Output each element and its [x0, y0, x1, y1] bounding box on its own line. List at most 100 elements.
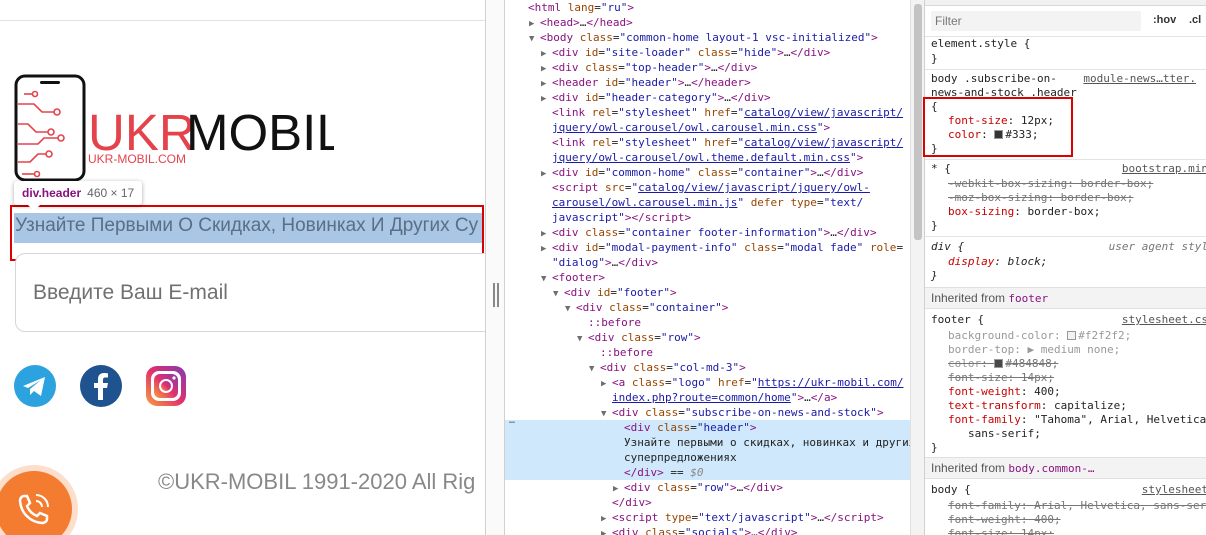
- css-property-border-top[interactable]: border-top: ▶ medium none;: [948, 343, 1120, 357]
- css-property-font-weight[interactable]: font-weight: 400;: [948, 385, 1061, 399]
- dom-token: div: [606, 361, 627, 374]
- rule-source-link[interactable]: module-news…tter.: [1083, 72, 1196, 86]
- dom-token: >: [810, 166, 817, 179]
- css-property-overridden[interactable]: -moz-box-sizing: border-box;: [948, 191, 1133, 205]
- facebook-icon[interactable]: [80, 365, 122, 407]
- dom-token: link: [558, 136, 586, 149]
- resizer-grip-icon[interactable]: [493, 283, 499, 307]
- rule-source-link[interactable]: stylesheet: [1142, 483, 1206, 497]
- dom-token: =: [610, 286, 617, 299]
- dom-token: ": [816, 121, 824, 134]
- dom-token: >: [777, 46, 784, 59]
- dom-token: "modal-payment-info": [605, 241, 738, 254]
- dom-node[interactable]: ::before: [505, 345, 910, 360]
- dom-node[interactable]: ▶ <div class="top-header">…</div>: [505, 60, 910, 75]
- phone-icon: [18, 494, 49, 525]
- css-property-background-color[interactable]: background-color: #f2f2f2;: [948, 329, 1131, 343]
- dom-token: >: [627, 1, 634, 14]
- dom-token: <: [624, 481, 631, 494]
- dom-token: lang: [567, 1, 595, 14]
- dom-node[interactable]: ▶ <head>…</head>: [505, 15, 910, 30]
- dom-node[interactable]: carousel/owl.carousel.min.js" defer type…: [505, 195, 910, 210]
- dom-node[interactable]: jquery/owl-carousel/owl.theme.default.mi…: [505, 150, 910, 165]
- dom-token: div: [630, 481, 651, 494]
- dom-node-selected[interactable]: </div> == $0: [505, 465, 910, 480]
- dom-node-selected[interactable]: суперпредложениях: [505, 450, 910, 465]
- dom-node[interactable]: ▶ <a class="logo" href="https://ukr-mobil…: [505, 375, 910, 390]
- dom-token: [863, 241, 870, 254]
- dom-node[interactable]: javascript"></script>: [505, 210, 910, 225]
- dom-token: div: [744, 91, 764, 104]
- email-field[interactable]: [15, 253, 485, 332]
- styles-filter-input[interactable]: [931, 11, 1141, 31]
- dom-node[interactable]: ▼ <div id="footer">: [505, 285, 910, 300]
- dom-token: [585, 136, 592, 149]
- dom-node[interactable]: ▼ <div class="subscribe-on-news-and-stock…: [505, 405, 910, 420]
- css-property-overridden[interactable]: -webkit-box-sizing: border-box;: [948, 177, 1153, 191]
- hov-toggle[interactable]: :hov: [1153, 14, 1176, 26]
- dom-node[interactable]: ▶ <div class="row">…</div>: [505, 480, 910, 495]
- dom-token: type: [790, 196, 817, 209]
- dom-token: div: [836, 166, 857, 179]
- dom-token: "modal fade": [783, 241, 864, 254]
- dom-token: >: [823, 46, 831, 59]
- instagram-icon[interactable]: [145, 365, 187, 407]
- expand-triangle-icon[interactable]: ▶: [601, 527, 612, 535]
- dom-node[interactable]: ▶ <div id="site-loader" class="hide">…</d…: [505, 45, 910, 60]
- cls-toggle[interactable]: .cl: [1189, 14, 1201, 26]
- dom-node[interactable]: <html lang="ru">: [505, 0, 910, 15]
- css-property-overridden[interactable]: font-weight: 400;: [948, 513, 1061, 527]
- dom-node[interactable]: ▶ <div id="common-home" class="container"…: [505, 165, 910, 180]
- dom-node[interactable]: ::before: [505, 315, 910, 330]
- dom-node[interactable]: index.php?route=common/home">…</a>: [505, 390, 910, 405]
- color-swatch[interactable]: [1067, 331, 1077, 340]
- dom-node-selected[interactable]: <div class="header">: [505, 420, 910, 435]
- css-property-overridden[interactable]: font-size: 14px;: [948, 371, 1054, 385]
- dom-node[interactable]: <script src="catalog/view/javascript/jqu…: [505, 180, 910, 195]
- css-property-overridden[interactable]: font-family: Arial, Helvetica, sans-seri…: [948, 499, 1206, 513]
- dom-node[interactable]: ▶ <header id="header">…</header>: [505, 75, 910, 90]
- dom-token: [625, 376, 632, 389]
- dom-node-selected[interactable]: Узнайте первыми о скидках, новинках и др…: [505, 435, 910, 450]
- dom-node[interactable]: jquery/owl-carousel/owl.carousel.min.css…: [505, 120, 910, 135]
- dom-node[interactable]: ▶ <div id="modal-payment-info" class="mod…: [505, 240, 910, 255]
- dom-token: </: [757, 526, 771, 535]
- dom-node[interactable]: <link rel="stylesheet" href="catalog/vie…: [505, 105, 910, 120]
- css-property-text-transform[interactable]: text-transform: capitalize;: [948, 399, 1127, 413]
- dom-node[interactable]: ▼ <div class="col-md-3">: [505, 360, 910, 375]
- callback-button[interactable]: [0, 471, 72, 535]
- rule-source-link[interactable]: bootstrap.min: [1122, 162, 1206, 176]
- dom-token: [711, 376, 718, 389]
- dom-token: div: [625, 496, 646, 509]
- rule-source-link[interactable]: stylesheet.cs: [1122, 313, 1206, 327]
- dom-node[interactable]: </div>: [505, 495, 910, 510]
- dom-node[interactable]: ▼ <div class="container">: [505, 300, 910, 315]
- node-actions-icon[interactable]: …: [509, 415, 515, 426]
- dom-node[interactable]: "dialog">…</div>: [505, 255, 910, 270]
- dom-node[interactable]: ▶ <div class="container footer-informatio…: [505, 225, 910, 240]
- css-property-box-sizing[interactable]: box-sizing: border-box;: [948, 205, 1100, 219]
- dom-node[interactable]: <link rel="stylesheet" href="catalog/vie…: [505, 135, 910, 150]
- dom-token: href: [704, 136, 731, 149]
- brace: }: [931, 269, 938, 282]
- ukr-mobil-logo[interactable]: UKR MOBIL UKR-MOBIL.COM: [14, 74, 334, 184]
- dom-token: </: [612, 496, 626, 509]
- color-swatch[interactable]: [994, 359, 1004, 368]
- scrollbar-thumb[interactable]: [914, 4, 922, 240]
- dom-node[interactable]: ▼ <div class="row">: [505, 330, 910, 345]
- panel-resizer[interactable]: [485, 0, 505, 535]
- dom-node[interactable]: ▼ <body class="common-home layout-1 vsc-i…: [505, 30, 910, 45]
- dom-node[interactable]: ▶ <script type="text/javascript">…</scrip…: [505, 510, 910, 525]
- elements-tree[interactable]: <html lang="ru"> ▶ <head>…</head> ▼ <body cl…: [505, 0, 910, 535]
- element-style-selector[interactable]: element.style {: [931, 37, 1030, 51]
- dom-node[interactable]: ▶ <div class="socials">…</div>: [505, 525, 910, 535]
- dom-node[interactable]: ▶ <div id="header-category">…</div>: [505, 90, 910, 105]
- css-property-font-family[interactable]: font-family: "Tahoma", Arial, Helvetica,: [948, 413, 1206, 427]
- tooltip-tag: div.header: [22, 186, 82, 200]
- css-property-overridden[interactable]: font-size: 14px;: [948, 527, 1054, 535]
- css-property-color-overridden[interactable]: color: #484848;: [948, 357, 1058, 371]
- elements-scrollbar[interactable]: [910, 0, 924, 535]
- dom-node[interactable]: ▼ <footer>: [505, 270, 910, 285]
- telegram-icon[interactable]: [14, 365, 56, 407]
- dom-token: >: [739, 361, 746, 374]
